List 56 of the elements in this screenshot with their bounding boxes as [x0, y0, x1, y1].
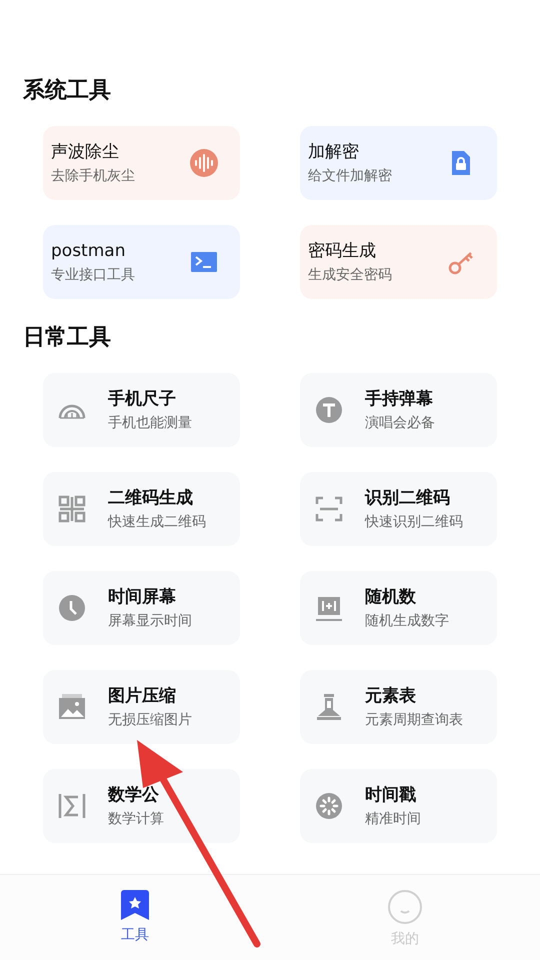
tool-card[interactable]: postman 专业接口工具	[43, 225, 240, 299]
tool-card[interactable]: 声波除尘 去除手机灰尘	[43, 126, 240, 200]
number-board-icon	[315, 594, 343, 622]
tool-card[interactable]: 图片压缩 无损压缩图片	[43, 670, 240, 744]
tool-title: 图片压缩	[108, 684, 177, 706]
tool-subtitle: 随机生成数字	[365, 612, 449, 630]
tool-subtitle: 手机也能测量	[108, 414, 192, 432]
tool-card[interactable]: 密码生成 生成安全密码	[300, 225, 497, 299]
tool-subtitle: 数学计算	[108, 810, 164, 828]
tool-card[interactable]: 随机数 随机生成数字	[300, 571, 497, 645]
tool-title: 识别二维码	[365, 486, 451, 508]
tool-subtitle: 快速识别二维码	[365, 512, 463, 532]
tool-subtitle: 屏幕显示时间	[108, 612, 192, 630]
tool-subtitle: 精准时间	[365, 810, 421, 828]
tool-title: 声波除尘	[51, 140, 120, 162]
tool-title: 手持弹幕	[365, 388, 434, 410]
tool-card[interactable]: 时间戳 精准时间	[300, 769, 497, 843]
tool-card[interactable]: 手机尺子 手机也能测量	[43, 373, 240, 447]
tool-card[interactable]: 手持弹幕 演唱会必备	[300, 373, 497, 447]
tool-title: 数学公	[108, 784, 160, 806]
tool-subtitle: 去除手机灰尘	[51, 166, 135, 186]
qr-code-icon	[58, 495, 86, 523]
tool-title: 时间屏幕	[108, 586, 177, 608]
tool-title: 随机数	[365, 586, 417, 608]
tool-subtitle: 给文件加解密	[308, 166, 392, 186]
tool-subtitle: 演唱会必备	[365, 414, 435, 432]
clock-icon	[58, 594, 86, 622]
tool-card[interactable]: 元素表 元素周期查询表	[300, 670, 497, 744]
sigma-icon	[58, 792, 86, 820]
tool-subtitle: 生成安全密码	[308, 266, 392, 284]
tool-card[interactable]: 识别二维码 快速识别二维码	[300, 472, 497, 546]
section-title: 日常工具	[23, 324, 112, 352]
flask-icon	[315, 693, 343, 721]
tool-title: 手机尺子	[108, 388, 177, 410]
tool-title: postman	[51, 240, 126, 262]
tool-title: 时间戳	[365, 784, 417, 806]
image-icon	[58, 693, 86, 721]
tool-title: 二维码生成	[108, 486, 194, 508]
tool-title: 加解密	[308, 140, 360, 162]
tool-card[interactable]: 二维码生成 快速生成二维码	[43, 472, 240, 546]
tool-title: 密码生成	[308, 240, 377, 262]
tool-title: 元素表	[365, 684, 417, 706]
letter-t-icon	[315, 396, 343, 424]
smiley-icon	[387, 889, 423, 925]
tool-card[interactable]: 数学公 数学计算	[43, 769, 240, 843]
tool-subtitle: 快速生成二维码	[108, 512, 206, 532]
tool-card[interactable]: 时间屏幕 屏幕显示时间	[43, 571, 240, 645]
bookmark-star-icon	[119, 889, 151, 921]
tool-subtitle: 专业接口工具	[51, 266, 135, 284]
tool-subtitle: 元素周期查询表	[365, 710, 463, 730]
scan-frame-icon	[315, 495, 343, 523]
section-title: 系统工具	[23, 77, 112, 105]
tool-subtitle: 无损压缩图片	[108, 710, 192, 730]
tab-item[interactable]: 工具	[0, 875, 270, 960]
timer-wheel-icon	[315, 792, 343, 820]
tool-card[interactable]: 加解密 给文件加解密	[300, 126, 497, 200]
